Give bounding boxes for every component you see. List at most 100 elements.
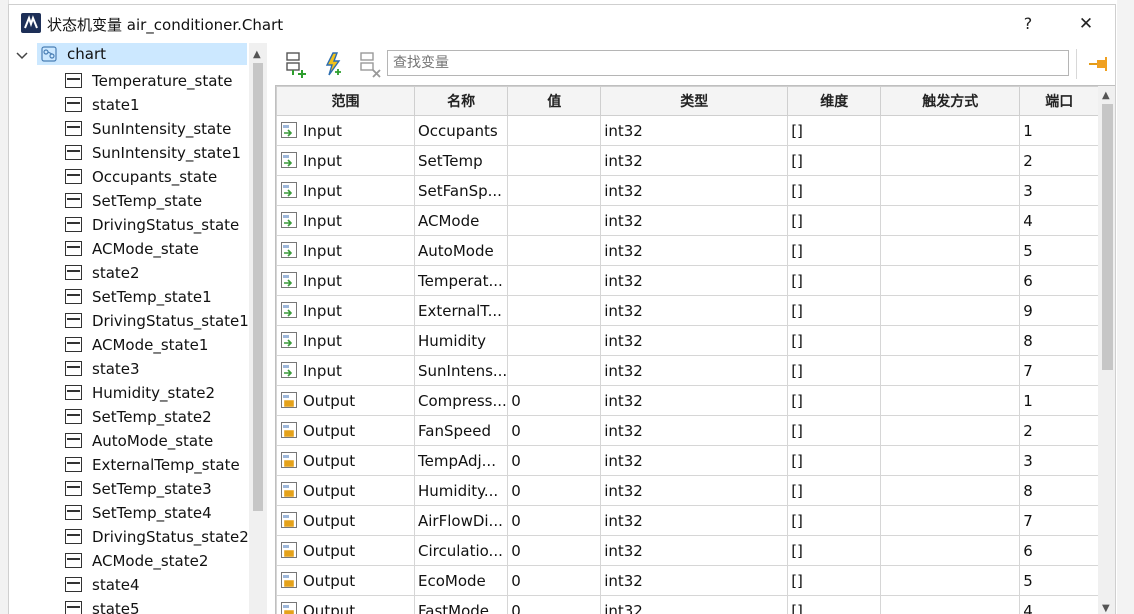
cell-name[interactable]: Humidity... bbox=[413, 475, 509, 506]
cell-trigger[interactable] bbox=[880, 115, 1021, 146]
table-row[interactable]: Input ACMode int32[] 4 bbox=[276, 205, 1100, 236]
cell-trigger[interactable] bbox=[880, 565, 1021, 596]
cell-dimension[interactable]: [] bbox=[787, 235, 882, 266]
column-header-dimension[interactable]: 维度 bbox=[787, 86, 882, 116]
column-header-port[interactable]: 端口 bbox=[1019, 86, 1100, 116]
cell-name[interactable]: ACMode bbox=[413, 205, 509, 236]
table-row[interactable]: Input AutoMode int32[] 5 bbox=[276, 235, 1100, 266]
cell-trigger[interactable] bbox=[880, 595, 1021, 614]
cell-scope[interactable]: Input bbox=[276, 295, 415, 326]
tree-item[interactable]: Temperature_state bbox=[65, 69, 255, 93]
tree-scroll-thumb[interactable] bbox=[253, 63, 263, 511]
cell-port[interactable]: 2 bbox=[1019, 415, 1100, 446]
cell-port[interactable]: 6 bbox=[1019, 265, 1100, 296]
cell-trigger[interactable] bbox=[880, 505, 1021, 536]
tree-item[interactable]: DrivingStatus_state2 bbox=[65, 525, 255, 549]
tree-item[interactable]: ExternalTemp_state bbox=[65, 453, 255, 477]
cell-dimension[interactable]: [] bbox=[787, 355, 882, 386]
cell-dimension[interactable]: [] bbox=[787, 325, 882, 356]
cell-trigger[interactable] bbox=[880, 325, 1021, 356]
tree-item[interactable]: state3 bbox=[65, 357, 255, 381]
cell-trigger[interactable] bbox=[880, 415, 1021, 446]
column-header-trigger[interactable]: 触发方式 bbox=[880, 86, 1021, 116]
table-row[interactable]: Input Temperat... int32[] 6 bbox=[276, 265, 1100, 296]
cell-value[interactable] bbox=[507, 265, 602, 296]
cell-name[interactable]: EcoMode bbox=[413, 565, 509, 596]
cell-type[interactable]: int32 bbox=[600, 565, 789, 596]
cell-trigger[interactable] bbox=[880, 205, 1021, 236]
cell-type[interactable]: int32 bbox=[600, 355, 789, 386]
cell-port[interactable]: 8 bbox=[1019, 325, 1100, 356]
pin-icon[interactable] bbox=[1085, 51, 1111, 77]
tree-item[interactable]: DrivingStatus_state1 bbox=[65, 309, 255, 333]
cell-trigger[interactable] bbox=[880, 355, 1021, 386]
help-button[interactable]: ? bbox=[1009, 9, 1047, 39]
cell-port[interactable]: 6 bbox=[1019, 535, 1100, 566]
cell-type[interactable]: int32 bbox=[600, 235, 789, 266]
cell-type[interactable]: int32 bbox=[600, 145, 789, 176]
cell-trigger[interactable] bbox=[880, 445, 1021, 476]
cell-name[interactable]: AirFlowDi... bbox=[413, 505, 509, 536]
cell-name[interactable]: Temperat... bbox=[413, 265, 509, 296]
table-row[interactable]: Input SetTemp int32[] 2 bbox=[276, 145, 1100, 176]
tree-item[interactable]: state1 bbox=[65, 93, 255, 117]
cell-port[interactable]: 9 bbox=[1019, 295, 1100, 326]
cell-name[interactable]: SetFanSp... bbox=[413, 175, 509, 206]
cell-port[interactable]: 3 bbox=[1019, 175, 1100, 206]
cell-value[interactable] bbox=[507, 295, 602, 326]
cell-name[interactable]: Compress... bbox=[413, 385, 509, 416]
table-row[interactable]: Output Humidity... 0 int32[] 8 bbox=[276, 475, 1100, 506]
cell-value[interactable] bbox=[507, 205, 602, 236]
tree-item[interactable]: SetTemp_state bbox=[65, 189, 255, 213]
flash-event-icon[interactable] bbox=[319, 50, 347, 78]
tree-item[interactable]: SetTemp_state1 bbox=[65, 285, 255, 309]
title-bar[interactable]: 状态机变量 air_conditioner.Chart ? ✕ bbox=[9, 5, 1115, 43]
cell-scope[interactable]: Input bbox=[276, 205, 415, 236]
cell-dimension[interactable]: [] bbox=[787, 415, 882, 446]
collapse-chevron-icon[interactable] bbox=[15, 49, 29, 63]
cell-trigger[interactable] bbox=[880, 385, 1021, 416]
cell-type[interactable]: int32 bbox=[600, 505, 789, 536]
cell-dimension[interactable]: [] bbox=[787, 475, 882, 506]
close-button[interactable]: ✕ bbox=[1067, 9, 1105, 39]
cell-name[interactable]: FastMode bbox=[413, 595, 509, 614]
cell-value[interactable]: 0 bbox=[507, 475, 602, 506]
cell-value[interactable] bbox=[507, 115, 602, 146]
tree-item[interactable]: DrivingStatus_state bbox=[65, 213, 255, 237]
tree-item[interactable]: SunIntensity_state bbox=[65, 117, 255, 141]
cell-type[interactable]: int32 bbox=[600, 595, 789, 614]
cell-port[interactable]: 4 bbox=[1019, 595, 1100, 614]
column-header-value[interactable]: 值 bbox=[507, 86, 602, 116]
tree-item[interactable]: ACMode_state bbox=[65, 237, 255, 261]
search-variable-input[interactable] bbox=[387, 50, 1069, 76]
column-header-scope[interactable]: 范围 bbox=[276, 86, 415, 116]
cell-scope[interactable]: Input bbox=[276, 145, 415, 176]
cell-scope[interactable]: Output bbox=[276, 445, 415, 476]
cell-scope[interactable]: Input bbox=[276, 235, 415, 266]
table-row[interactable]: Input SetFanSp... int32[] 3 bbox=[276, 175, 1100, 206]
cell-value[interactable] bbox=[507, 235, 602, 266]
table-scroll-thumb[interactable] bbox=[1102, 104, 1113, 370]
cell-trigger[interactable] bbox=[880, 475, 1021, 506]
tree-item[interactable]: state2 bbox=[65, 261, 255, 285]
cell-dimension[interactable]: [] bbox=[787, 535, 882, 566]
cell-scope[interactable]: Input bbox=[276, 355, 415, 386]
cell-name[interactable]: ExternalT... bbox=[413, 295, 509, 326]
table-row[interactable]: Output EcoMode 0 int32[] 5 bbox=[276, 565, 1100, 596]
cell-scope[interactable]: Output bbox=[276, 505, 415, 536]
cell-port[interactable]: 7 bbox=[1019, 355, 1100, 386]
table-row[interactable]: Input Humidity int32[] 8 bbox=[276, 325, 1100, 356]
cell-type[interactable]: int32 bbox=[600, 535, 789, 566]
cell-dimension[interactable]: [] bbox=[787, 565, 882, 596]
cell-dimension[interactable]: [] bbox=[787, 505, 882, 536]
cell-value[interactable] bbox=[507, 175, 602, 206]
cell-name[interactable]: Occupants bbox=[413, 115, 509, 146]
cell-port[interactable]: 8 bbox=[1019, 475, 1100, 506]
cell-scope[interactable]: Input bbox=[276, 115, 415, 146]
cell-value[interactable]: 0 bbox=[507, 505, 602, 536]
tree-item[interactable]: SetTemp_state3 bbox=[65, 477, 255, 501]
tree-scrollbar[interactable]: ▲ bbox=[249, 43, 267, 614]
cell-type[interactable]: int32 bbox=[600, 475, 789, 506]
cell-dimension[interactable]: [] bbox=[787, 385, 882, 416]
add-variable-icon[interactable] bbox=[281, 50, 309, 78]
